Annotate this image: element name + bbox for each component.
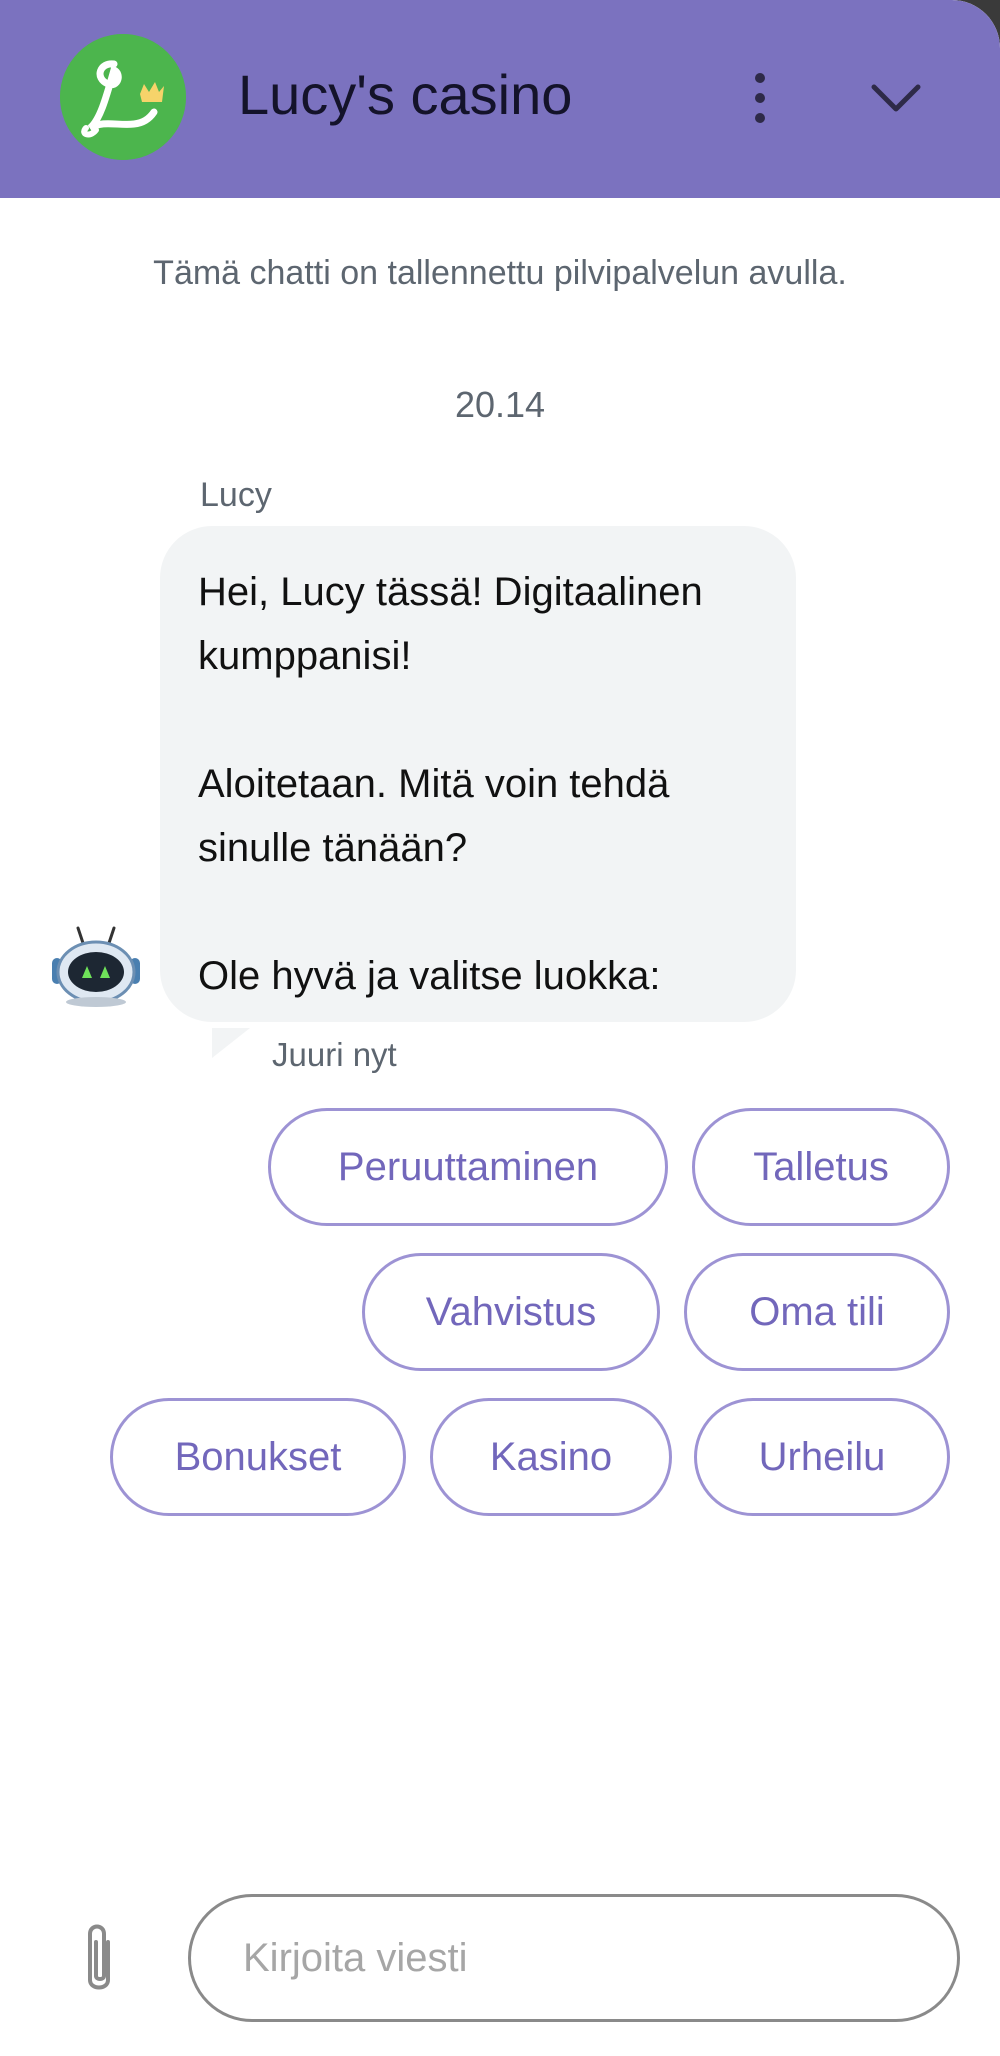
bot-message-bubble: Hei, Lucy tässä! Digitaalinen kumppanisi… [160,526,796,1022]
bubble-tail [212,1028,250,1058]
message-input-container [188,1894,960,2022]
more-options-button[interactable] [734,62,786,134]
chat-widget: Lucy's casino Tämä chatti on tallennettu… [0,0,1000,2056]
quick-reply-kasino[interactable]: Kasino [430,1398,672,1516]
conversation-timestamp: 20.14 [454,384,546,425]
message-input[interactable] [241,1934,925,1982]
quick-reply-urheilu[interactable]: Urheilu [694,1398,950,1516]
quick-reply-oma-tili[interactable]: Oma tili [684,1253,950,1371]
chevron-down-icon [871,84,921,112]
paperclip-icon [88,1924,110,1990]
attach-file-button[interactable] [74,1920,124,2000]
chat-header: Lucy's casino [0,0,1000,198]
lucy-logo-icon [60,34,186,160]
quick-reply-vahvistus[interactable]: Vahvistus [362,1253,660,1371]
collapse-chat-button[interactable] [860,62,932,134]
quick-reply-bonukset[interactable]: Bonukset [110,1398,406,1516]
robot-icon [50,924,142,1008]
message-time: Juuri nyt [272,1036,397,1073]
cloud-storage-notice: Tämä chatti on tallennettu pilvipalvelun… [153,254,847,292]
header-title: Lucy's casino [238,63,573,126]
quick-reply-talletus[interactable]: Talletus [692,1108,950,1226]
quick-reply-peruuttaminen[interactable]: Peruuttaminen [268,1108,668,1226]
message-paragraph: Aloitetaan. Mitä voin tehdä sinulle tänä… [198,762,670,870]
message-paragraph: Ole hyvä ja valitse luokka: [198,954,661,998]
message-paragraph: Hei, Lucy tässä! Digitaalinen kumppanisi… [198,570,703,678]
message-sender: Lucy [200,476,272,514]
more-vertical-icon [755,73,765,123]
